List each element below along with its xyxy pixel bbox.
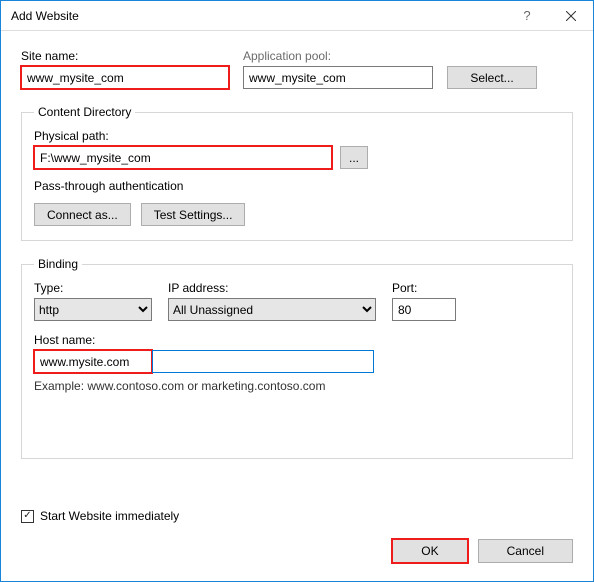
physical-path-label: Physical path: bbox=[34, 129, 560, 143]
ip-select[interactable]: All Unassigned bbox=[168, 298, 376, 321]
port-label: Port: bbox=[392, 281, 456, 295]
content-directory-legend: Content Directory bbox=[34, 105, 135, 119]
cancel-button[interactable]: Cancel bbox=[478, 539, 573, 563]
host-name-input[interactable] bbox=[152, 350, 374, 373]
start-immediately-row[interactable]: ✓ Start Website immediately bbox=[21, 509, 179, 523]
site-name-input[interactable] bbox=[21, 66, 229, 89]
connect-as-button[interactable]: Connect as... bbox=[34, 203, 131, 226]
host-label: Host name: bbox=[34, 333, 560, 347]
dialog-content: Site name: Application pool: Select... C… bbox=[1, 31, 593, 459]
title-bar: Add Website ? bbox=[1, 1, 593, 31]
host-value-display bbox=[34, 350, 152, 373]
content-directory-group: Content Directory Physical path: ... Pas… bbox=[21, 105, 573, 241]
start-immediately-label: Start Website immediately bbox=[40, 509, 179, 523]
host-example-text: Example: www.contoso.com or marketing.co… bbox=[34, 379, 560, 393]
select-app-pool-button[interactable]: Select... bbox=[447, 66, 537, 89]
close-button[interactable] bbox=[549, 1, 593, 30]
close-icon bbox=[566, 11, 576, 21]
window-title: Add Website bbox=[11, 9, 505, 23]
physical-path-input[interactable] bbox=[34, 146, 332, 169]
binding-legend: Binding bbox=[34, 257, 82, 271]
app-pool-label: Application pool: bbox=[243, 49, 433, 63]
dialog-footer: OK Cancel bbox=[392, 539, 573, 563]
test-settings-button[interactable]: Test Settings... bbox=[141, 203, 246, 226]
name-pool-row: Site name: Application pool: Select... bbox=[21, 49, 573, 89]
binding-group: Binding Type: http IP address: All Unass… bbox=[21, 257, 573, 459]
start-immediately-checkbox[interactable]: ✓ bbox=[21, 510, 34, 523]
type-label: Type: bbox=[34, 281, 152, 295]
ok-button[interactable]: OK bbox=[392, 539, 467, 563]
site-name-label: Site name: bbox=[21, 49, 229, 63]
app-pool-input[interactable] bbox=[243, 66, 433, 89]
help-button[interactable]: ? bbox=[505, 1, 549, 30]
add-website-dialog: Add Website ? Site name: Application poo… bbox=[0, 0, 594, 582]
ip-label: IP address: bbox=[168, 281, 376, 295]
port-input[interactable] bbox=[392, 298, 456, 321]
passthrough-label: Pass-through authentication bbox=[34, 179, 560, 193]
browse-path-button[interactable]: ... bbox=[340, 146, 368, 169]
type-select[interactable]: http bbox=[34, 298, 152, 321]
